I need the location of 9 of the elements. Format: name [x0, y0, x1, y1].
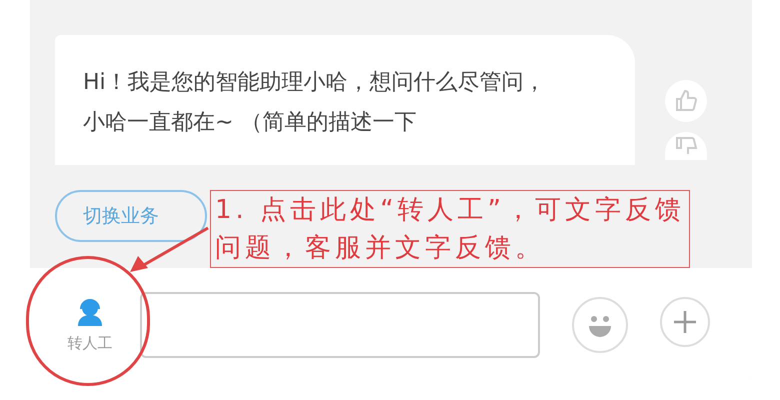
thumbs-up-icon[interactable]: [665, 80, 707, 122]
emoji-icon[interactable]: [572, 297, 628, 353]
plus-icon[interactable]: [660, 297, 710, 347]
human-agent-button[interactable]: 转人工: [60, 296, 120, 354]
annotation-text: 1. 点击此处“转人工”，可文字反馈问题，客服并文字反馈。: [210, 190, 690, 268]
message-input[interactable]: [140, 292, 540, 358]
switch-service-button[interactable]: 切换业务: [55, 190, 207, 242]
message-text: Hi！我是您的智能助理小哈，想问什么尽管问，小哈一直都在~ （简单的描述一下: [83, 69, 547, 137]
thumbs-down-icon[interactable]: [665, 132, 707, 160]
